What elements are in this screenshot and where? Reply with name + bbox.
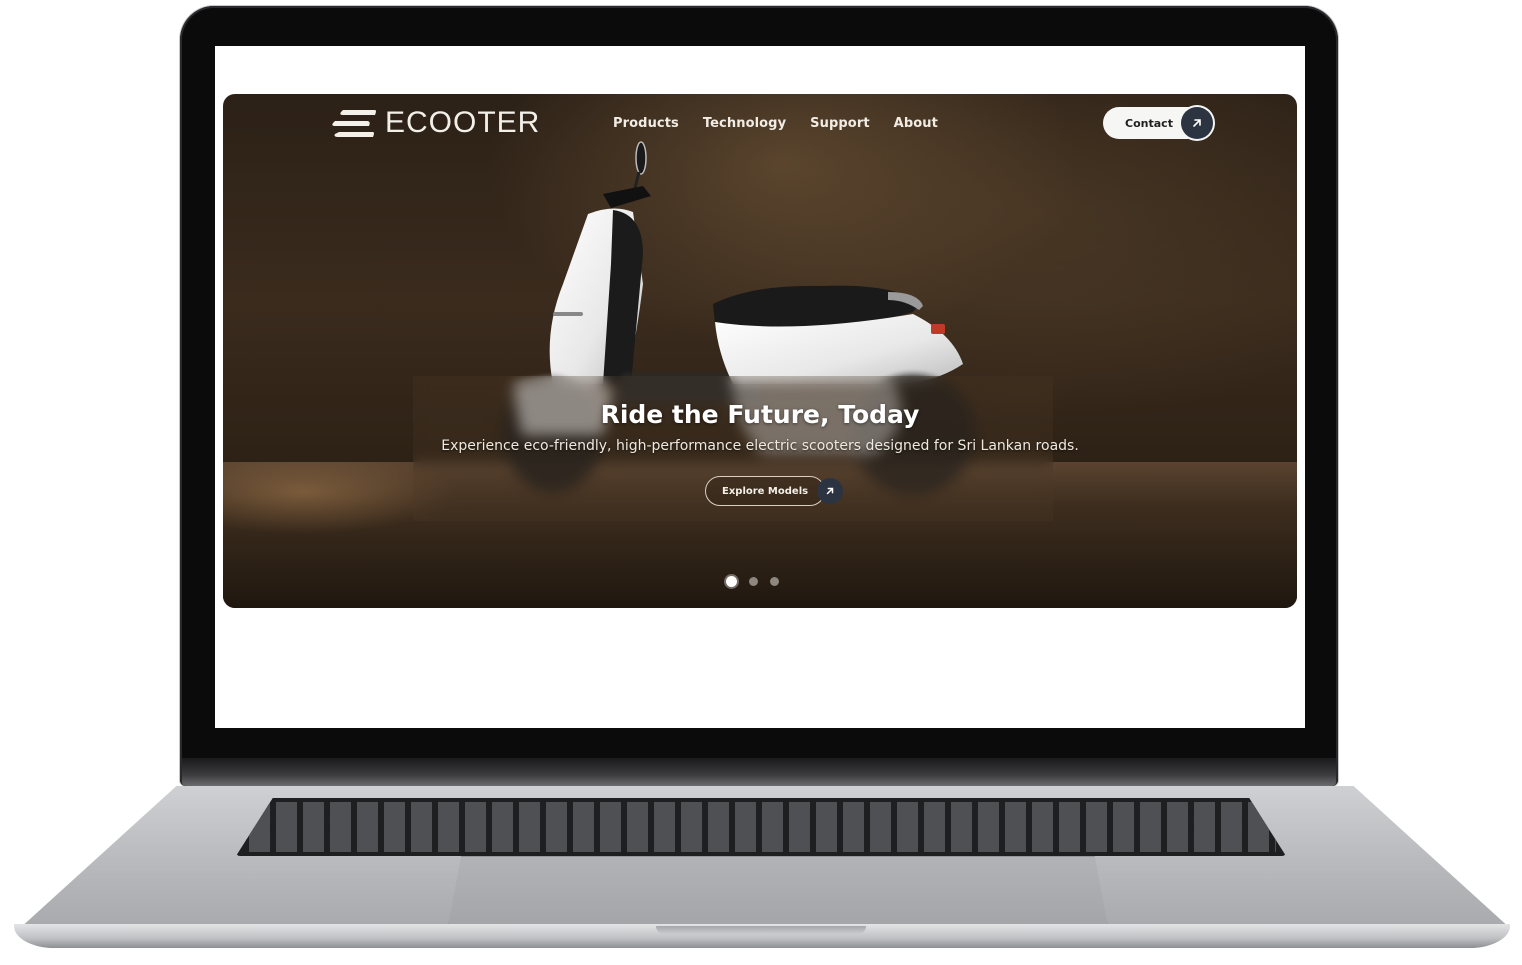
top-nav: ECOOTER Products Technology Support Abou…: [223, 94, 1297, 154]
arrow-up-right-icon: [1181, 107, 1213, 139]
logo-mark-icon: [332, 110, 376, 137]
hero-headline: Ride the Future, Today: [600, 400, 920, 429]
laptop-notch: [656, 926, 866, 934]
carousel-dot-2[interactable]: [749, 577, 758, 586]
nav-about[interactable]: About: [894, 116, 938, 131]
laptop-screen: ECOOTER Products Technology Support Abou…: [215, 46, 1305, 728]
hero-subline: Experience eco-friendly, high-performanc…: [441, 438, 1079, 454]
explore-models-label: Explore Models: [705, 476, 826, 506]
laptop-hinge: [182, 758, 1336, 786]
arrow-up-right-icon: [817, 478, 844, 504]
nav-products[interactable]: Products: [613, 116, 679, 131]
carousel-dots: [726, 576, 779, 587]
laptop-mockup: ECOOTER Products Technology Support Abou…: [0, 0, 1522, 965]
carousel-dot-3[interactable]: [770, 577, 779, 586]
brand-name: ECOOTER: [385, 106, 541, 139]
nav-menu: Products Technology Support About: [613, 116, 938, 131]
contact-button[interactable]: Contact: [1103, 106, 1215, 140]
explore-models-button[interactable]: Explore Models: [705, 476, 844, 506]
hero-banner: ECOOTER Products Technology Support Abou…: [223, 94, 1297, 608]
laptop-keyboard: [236, 798, 1286, 856]
nav-support[interactable]: Support: [810, 116, 870, 131]
nav-technology[interactable]: Technology: [703, 116, 786, 131]
carousel-dot-1[interactable]: [726, 576, 737, 587]
brand-logo[interactable]: ECOOTER: [329, 104, 540, 142]
laptop-trackpad: [448, 856, 1108, 926]
